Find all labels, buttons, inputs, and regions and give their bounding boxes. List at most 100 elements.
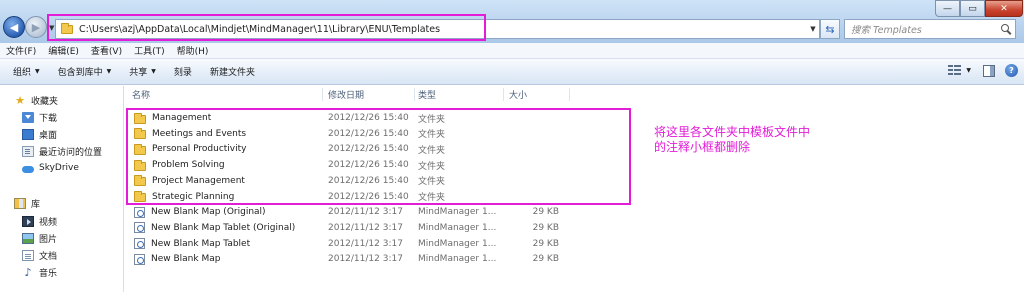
- sidebar-item-label: SkyDrive: [39, 163, 79, 173]
- share-button[interactable]: 共享 ▼: [120, 61, 165, 83]
- file-name-cell[interactable]: Project Management: [134, 173, 245, 189]
- address-dropdown-icon[interactable]: ▼: [807, 25, 819, 33]
- burn-button[interactable]: 刻录: [165, 61, 201, 83]
- folder-icon: [134, 143, 146, 155]
- organize-label: 组织: [13, 68, 32, 78]
- folder-icon: [134, 175, 146, 187]
- help-icon[interactable]: ?: [1005, 64, 1018, 77]
- file-modified-date: 2012/11/12 3:17: [328, 254, 403, 265]
- file-name-cell[interactable]: New Blank Map (Original): [134, 204, 266, 220]
- file-type: MindManager 1...: [418, 222, 497, 233]
- file-name-cell[interactable]: New Blank Map Tablet (Original): [134, 220, 295, 236]
- file-modified-date: 2012/12/26 15:40: [328, 175, 409, 186]
- file-row[interactable]: New Blank Map (Original) 2012/11/12 3:17 M…: [125, 204, 1024, 220]
- file-name: Personal Productivity: [152, 144, 247, 155]
- close-button[interactable]: ✕: [985, 0, 1023, 17]
- address-bar[interactable]: C:\Users\azj\AppData\Local\Mindjet\MindM…: [55, 19, 820, 39]
- title-bar: ◀ ▶ ▼ C:\Users\azj\AppData\Local\Mindjet…: [0, 0, 1024, 43]
- file-row[interactable]: Project Management 2012/12/26 15:40 文件夹: [125, 173, 1024, 189]
- sidebar-item-music[interactable]: ♪ 音乐: [22, 265, 57, 279]
- view-options-icon[interactable]: [948, 64, 962, 77]
- menu-view[interactable]: 查看(V): [85, 44, 128, 57]
- sidebar-item-label: 库: [31, 199, 41, 210]
- sidebar-item-downloads[interactable]: 下载: [22, 110, 57, 124]
- column-divider[interactable]: [414, 88, 415, 101]
- column-header-name[interactable]: 名称: [132, 86, 322, 103]
- recent-pages-dropdown[interactable]: ▼: [49, 24, 54, 32]
- column-header-modified[interactable]: 修改日期: [328, 86, 414, 103]
- sidebar-item-pictures[interactable]: 图片: [22, 231, 57, 245]
- include-library-label: 包含到库中: [57, 68, 103, 78]
- include-in-library-button[interactable]: 包含到库中 ▼: [49, 61, 121, 83]
- back-button[interactable]: ◀: [3, 16, 25, 38]
- chevron-down-icon: ▼: [106, 68, 112, 75]
- new-folder-button[interactable]: 新建文件夹: [201, 61, 264, 83]
- folder-icon: [61, 22, 73, 34]
- column-header-size[interactable]: 大小: [509, 86, 569, 103]
- file-row[interactable]: Personal Productivity 2012/12/26 15:40 文件夹: [125, 141, 1024, 157]
- cloud-icon: [22, 166, 34, 173]
- organize-button[interactable]: 组织 ▼: [4, 61, 49, 83]
- file-row[interactable]: Strategic Planning 2012/12/26 15:40 文件夹: [125, 189, 1024, 205]
- file-row[interactable]: Problem Solving 2012/12/26 15:40 文件夹: [125, 157, 1024, 173]
- search-box[interactable]: 搜索 Templates: [844, 19, 1016, 39]
- command-toolbar: 组织 ▼ 包含到库中 ▼ 共享 ▼ 刻录 新建文件夹 ▼ ?: [0, 59, 1024, 85]
- file-name-cell[interactable]: Management: [134, 110, 211, 126]
- file-type: 文件夹: [418, 145, 446, 156]
- picture-icon: [22, 232, 34, 244]
- preview-pane-icon[interactable]: [983, 64, 995, 77]
- sidebar-item-documents[interactable]: 文档: [22, 248, 57, 262]
- file-modified-date: 2012/12/26 15:40: [328, 191, 409, 202]
- column-header-type[interactable]: 类型: [418, 86, 503, 103]
- star-icon: ★: [15, 93, 25, 107]
- column-divider[interactable]: [322, 88, 323, 101]
- file-row[interactable]: New Blank Map Tablet (Original) 2012/11/1…: [125, 220, 1024, 236]
- navigation-pane: ★ 收藏夹 下载 桌面 最近访问的位置 SkyDrive 库 视频 图片 文档 …: [0, 86, 124, 292]
- forward-button[interactable]: ▶: [25, 16, 47, 38]
- maximize-button[interactable]: ▭: [960, 0, 985, 17]
- search-icon[interactable]: [1001, 24, 1011, 34]
- file-row[interactable]: New Blank Map Tablet 2012/11/12 3:17 MindM…: [125, 236, 1024, 252]
- file-row[interactable]: Meetings and Events 2012/12/26 15:40 文件夹: [125, 126, 1024, 142]
- sidebar-item-libraries[interactable]: 库: [14, 196, 40, 210]
- file-name-cell[interactable]: Personal Productivity: [134, 141, 246, 157]
- file-modified-date: 2012/12/26 15:40: [328, 160, 409, 171]
- maximize-icon: ▭: [968, 3, 977, 14]
- file-name-cell[interactable]: Meetings and Events: [134, 126, 246, 142]
- file-size: [505, 141, 559, 157]
- menu-edit[interactable]: 编辑(E): [42, 44, 85, 57]
- menu-bar: 文件(F) 编辑(E) 查看(V) 工具(T) 帮助(H): [0, 43, 1024, 59]
- file-size: 29 KB: [532, 207, 559, 218]
- sidebar-item-label: 文档: [39, 251, 58, 262]
- file-size: [505, 189, 559, 205]
- folder-icon: [134, 191, 146, 202]
- file-name-cell[interactable]: New Blank Map: [134, 251, 220, 267]
- sidebar-item-videos[interactable]: 视频: [22, 214, 57, 228]
- file-name-cell[interactable]: New Blank Map Tablet: [134, 236, 250, 252]
- address-path[interactable]: C:\Users\azj\AppData\Local\Mindjet\MindM…: [79, 24, 440, 35]
- sidebar-item-label: 下载: [39, 113, 58, 124]
- minimize-button[interactable]: —: [935, 0, 960, 17]
- file-type: 文件夹: [418, 130, 446, 141]
- file-row[interactable]: Management 2012/12/26 15:40 文件夹: [125, 110, 1024, 126]
- menu-tools[interactable]: 工具(T): [128, 44, 171, 57]
- annotation-line: 的注释小框都删除: [654, 140, 751, 154]
- refresh-button[interactable]: ⇆: [820, 19, 840, 39]
- music-icon: ♪: [24, 265, 32, 279]
- search-input[interactable]: 搜索 Templates: [851, 22, 922, 36]
- file-name-cell[interactable]: Strategic Planning: [134, 189, 234, 205]
- sidebar-item-favorites[interactable]: ★ 收藏夹: [14, 93, 58, 107]
- file-type: 文件夹: [418, 114, 446, 125]
- column-divider[interactable]: [503, 88, 504, 101]
- file-name-cell[interactable]: Problem Solving: [134, 157, 225, 173]
- sidebar-item-label: 最近访问的位置: [39, 147, 103, 158]
- file-row[interactable]: New Blank Map 2012/11/12 3:17 MindManager …: [125, 251, 1024, 267]
- menu-file[interactable]: 文件(F): [0, 44, 42, 57]
- file-name: Project Management: [152, 175, 245, 186]
- sidebar-item-desktop[interactable]: 桌面: [22, 127, 57, 141]
- column-divider[interactable]: [569, 88, 570, 101]
- sidebar-item-skydrive[interactable]: SkyDrive: [22, 161, 79, 175]
- menu-help[interactable]: 帮助(H): [171, 44, 215, 57]
- view-dropdown-icon[interactable]: ▼: [966, 67, 971, 74]
- sidebar-item-recent-places[interactable]: 最近访问的位置: [22, 144, 102, 158]
